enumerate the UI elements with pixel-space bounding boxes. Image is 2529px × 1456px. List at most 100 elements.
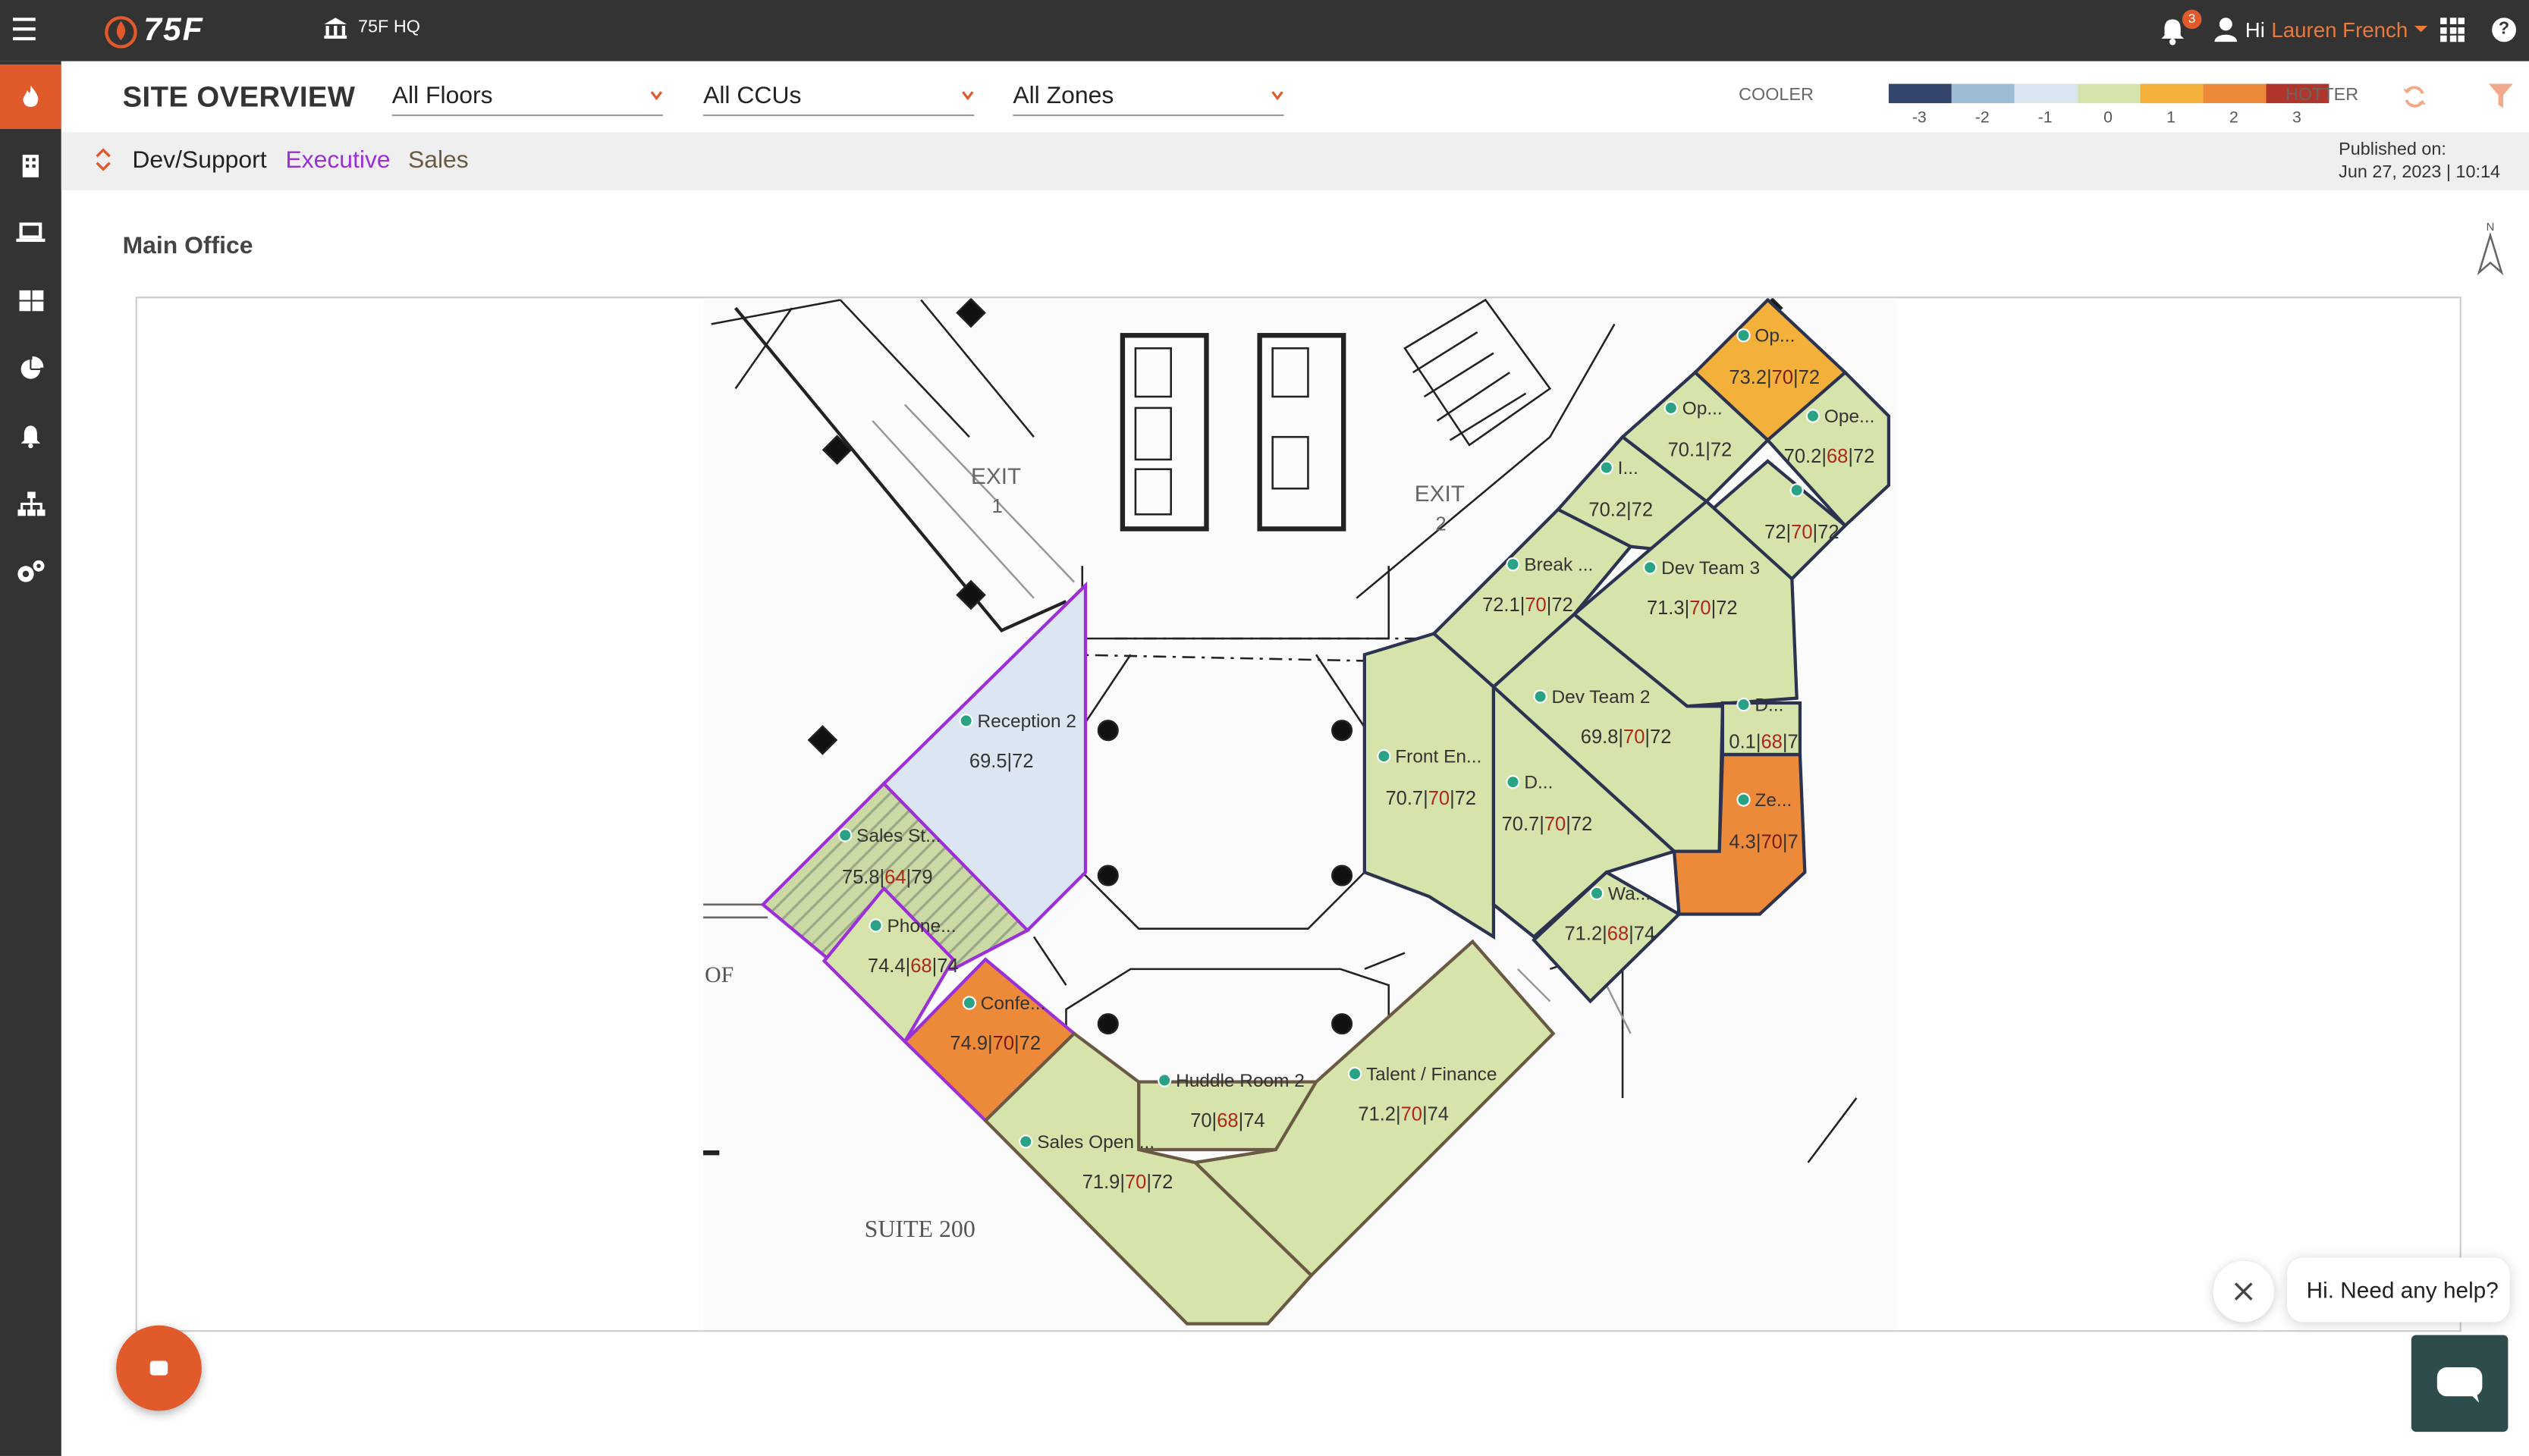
zone-status-dot: [869, 918, 883, 933]
zone-status-dot: [1736, 698, 1751, 712]
sidebar-item-devices[interactable]: [0, 200, 61, 265]
suite-label: SUITE 200: [865, 1216, 975, 1242]
zone-temperature-readout: 70.2|72: [1588, 499, 1653, 520]
sidebar-item-dashboard[interactable]: [0, 268, 61, 332]
zone-name[interactable]: Huddle Room 2: [1176, 1071, 1305, 1091]
filter-icon[interactable]: [2488, 83, 2513, 110]
legend-tick: 0: [2103, 109, 2113, 127]
brand-logo[interactable]: 75F: [103, 10, 204, 52]
chevron-down-icon: [962, 91, 974, 101]
zone-temperature-readout: 0.1|68|7: [1729, 732, 1798, 753]
zone-temperature-readout: 70.2|68|72: [1784, 446, 1875, 467]
zone-name[interactable]: Break ...: [1524, 555, 1593, 576]
zone-status-dot: [1643, 560, 1657, 575]
zone-name[interactable]: Front En...: [1395, 747, 1481, 767]
chat-launcher[interactable]: [2411, 1335, 2509, 1432]
help-prompt[interactable]: Hi. Need any help?: [2287, 1257, 2510, 1323]
zone-name[interactable]: Dev Team 2: [1552, 687, 1651, 708]
zone-temperature-readout: 70.7|70|72: [1385, 788, 1476, 809]
pie-chart-icon: [20, 355, 43, 378]
apps-grid-icon[interactable]: [2440, 17, 2465, 42]
legend-tick: 3: [2292, 109, 2301, 127]
zone-status-dot: [1377, 749, 1391, 764]
zone-status-dot: [1589, 886, 1604, 901]
sort-toggle-icon[interactable]: [95, 146, 111, 172]
chat-bubble-icon: [149, 1360, 168, 1376]
floor-plan: EXIT 1 EXIT 2 OF SUITE 200 Op...73.2|70|…: [703, 298, 1897, 1331]
zone-name[interactable]: Ope...: [1824, 406, 1875, 427]
zone-name[interactable]: D...: [1524, 773, 1553, 793]
zone-temperature-readout: 71.2|68|74: [1565, 924, 1656, 945]
alert-bell-icon: [20, 425, 41, 448]
flame-icon: [23, 85, 39, 107]
compass-label: N: [2487, 221, 2495, 234]
tab-dev-support[interactable]: Dev/Support: [132, 146, 266, 174]
chevron-down-icon: [2414, 26, 2427, 33]
notification-count-badge: 3: [2182, 9, 2202, 30]
zone-name[interactable]: Op...: [1755, 326, 1795, 347]
zone-status-dot: [959, 714, 973, 728]
legend-tick: 1: [2166, 109, 2176, 127]
sidebar-item-settings[interactable]: [0, 538, 61, 603]
chevron-down-icon: [650, 91, 663, 101]
user-menu[interactable]: Hi Lauren French: [2213, 16, 2427, 42]
zone-name[interactable]: Sales Open ...: [1037, 1132, 1155, 1153]
zone-name[interactable]: Ze...: [1755, 790, 1792, 811]
chat-button[interactable]: [116, 1325, 202, 1411]
zone-name[interactable]: Reception 2: [978, 711, 1076, 732]
building-icon: [22, 154, 39, 177]
sidebar-item-analytics[interactable]: [0, 335, 61, 400]
zone-status-dot: [1663, 400, 1678, 416]
site-name: 75F HQ: [358, 17, 420, 37]
dashboard-icon: [18, 289, 43, 311]
sidebar-item-alerts[interactable]: [0, 403, 61, 468]
legend-color-swatch: [2140, 83, 2204, 104]
zone-name[interactable]: Phone...: [887, 916, 956, 937]
zone-name[interactable]: Dev Team 3: [1661, 558, 1760, 579]
floor-name: Main Office: [122, 232, 253, 260]
tab-executive[interactable]: Executive: [285, 146, 390, 174]
zone-temperature-readout: 72.1|70|72: [1482, 595, 1573, 616]
sidebar-item-buildings[interactable]: [0, 132, 61, 196]
legend-color-swatch: [2077, 83, 2141, 104]
zone-name[interactable]: Wa...: [1608, 883, 1651, 904]
sidebar-item-hierarchy[interactable]: [0, 471, 61, 535]
zone-temperature-readout: 70.7|70|72: [1502, 814, 1593, 835]
ccus-dropdown[interactable]: All CCUs: [703, 82, 975, 117]
zone-status-dot: [1736, 328, 1751, 343]
legend-tick: -1: [2037, 109, 2053, 127]
exit-1-label: EXIT: [971, 464, 1021, 489]
refresh-icon[interactable]: [2402, 84, 2427, 110]
floors-dropdown[interactable]: All Floors: [391, 82, 663, 117]
published-label: Published on:: [2339, 140, 2446, 160]
zone-temperature-readout: 70|68|74: [1190, 1110, 1264, 1131]
zones-dropdown[interactable]: All Zones: [1013, 82, 1284, 117]
published-date: Jun 27, 2023 | 10:14: [2339, 162, 2500, 183]
zone-status-dot: [1599, 460, 1613, 475]
site-selector[interactable]: 75F HQ: [322, 16, 420, 39]
zone-name[interactable]: Op...: [1682, 398, 1723, 419]
legend-color-swatch: [1951, 83, 2015, 104]
of-label: OF: [705, 962, 734, 987]
zone-name[interactable]: Confe...: [981, 993, 1046, 1014]
help-icon[interactable]: ?: [2492, 17, 2517, 42]
hierarchy-icon: [17, 491, 45, 516]
tab-sales[interactable]: Sales: [408, 146, 469, 174]
close-help-button[interactable]: [2213, 1260, 2275, 1323]
building-icon: [324, 17, 347, 39]
laptop-icon: [16, 221, 46, 241]
sidebar-item-heatmap[interactable]: [0, 64, 61, 130]
menu-icon[interactable]: [13, 17, 36, 43]
sidebar: [0, 61, 61, 1456]
zone-temperature-readout: 69.8|70|72: [1581, 726, 1672, 748]
zone-temperature-readout: 4.3|70|7: [1729, 831, 1798, 852]
zone-name[interactable]: I...: [1618, 458, 1638, 479]
zone-status-dot: [1158, 1073, 1172, 1087]
zone-name[interactable]: Talent / Finance: [1366, 1065, 1497, 1085]
zone-status-dot: [838, 828, 853, 843]
legend-color-swatch: [1888, 83, 1952, 104]
zone-name[interactable]: Sales St...: [856, 826, 941, 846]
exit-1-number: 1: [992, 496, 1003, 517]
exit-2-number: 2: [1435, 514, 1446, 535]
zone-name[interactable]: D...: [1755, 695, 1783, 716]
